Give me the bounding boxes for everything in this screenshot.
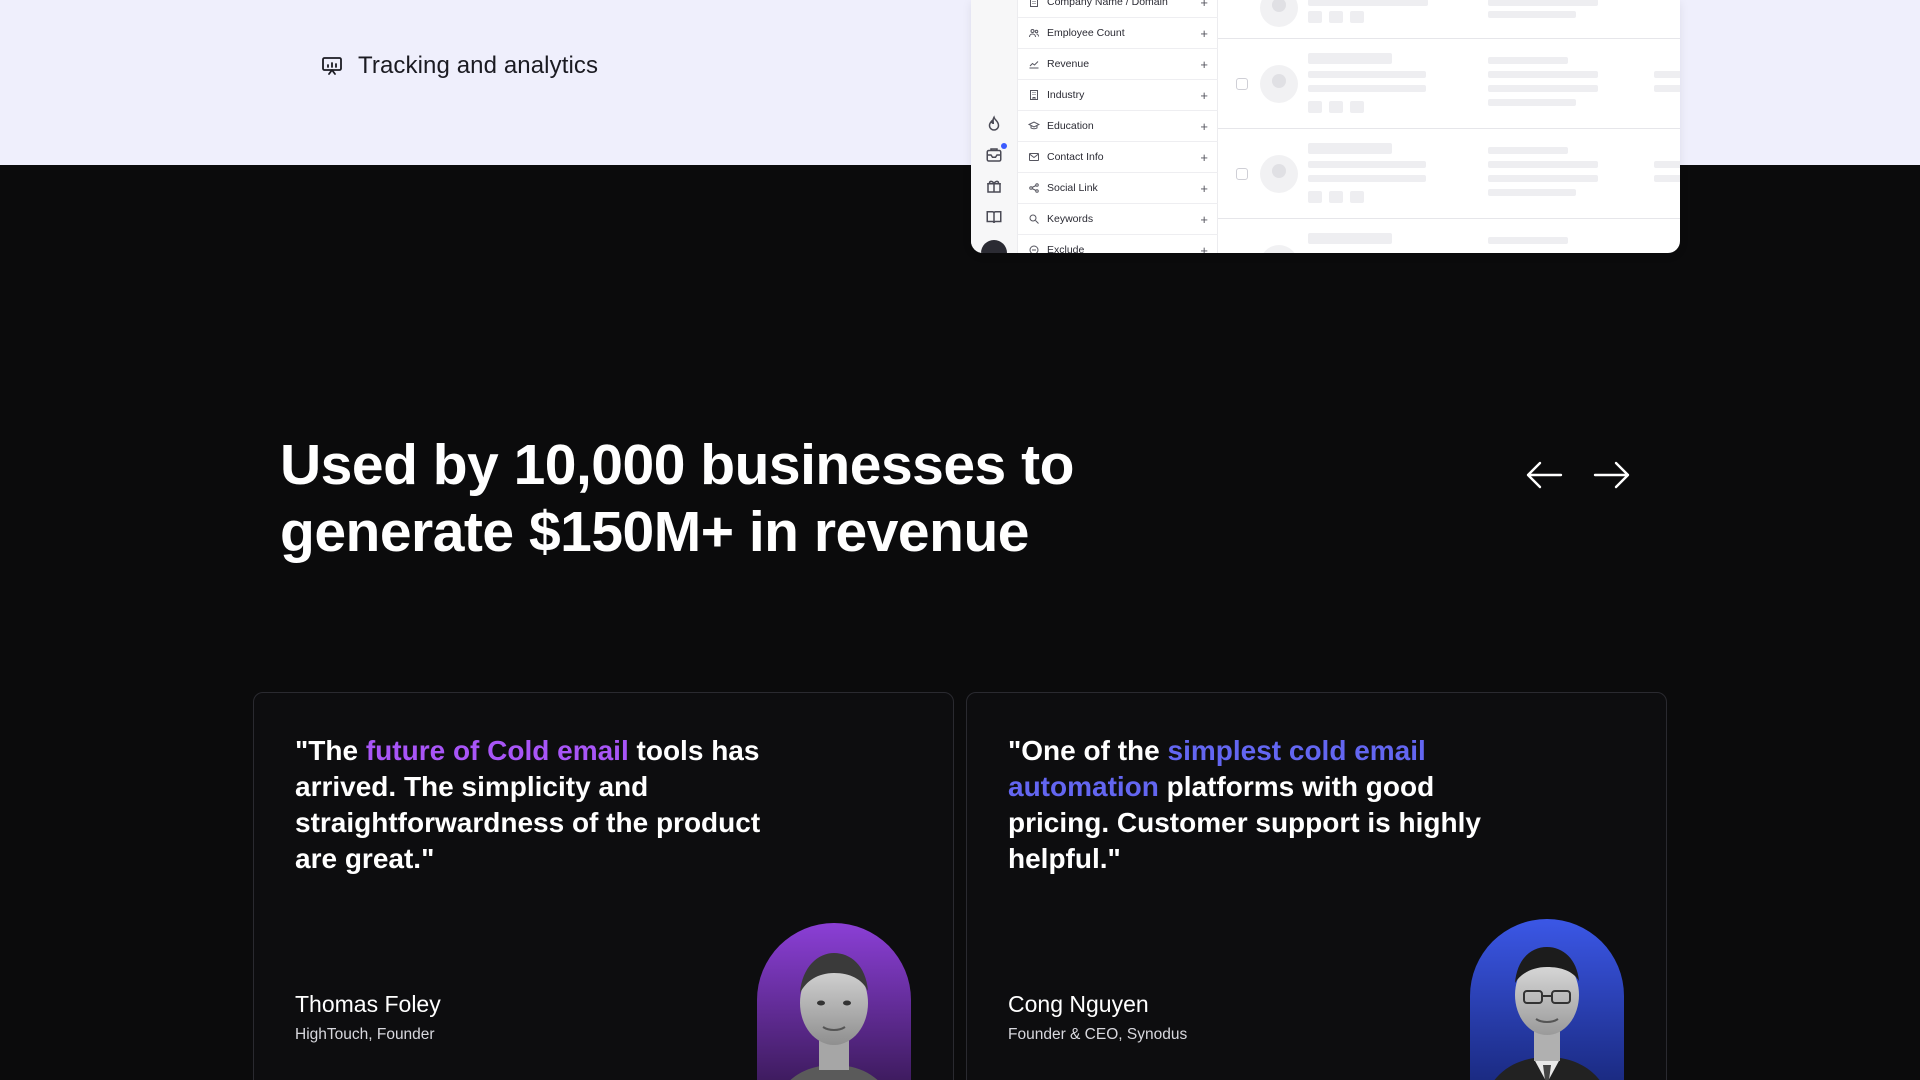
filter-label: Education [1047,120,1094,132]
filter-label: Exclude [1047,244,1085,253]
contact-avatar-placeholder [1260,65,1298,103]
filter-label: Social Link [1047,182,1098,194]
filter-revenue[interactable]: Revenue + [1018,49,1218,80]
minus-circle-icon [1029,245,1039,253]
row-checkbox[interactable] [1236,78,1248,90]
filter-label: Contact Info [1047,151,1104,163]
headline-line-2: generate $150M+ in revenue [280,500,1029,564]
arrow-right-icon [1593,461,1630,489]
add-filter-button[interactable]: + [1200,244,1208,254]
building-icon [1030,90,1038,100]
mail-icon [1029,153,1039,161]
notification-dot [1001,143,1007,149]
filter-company[interactable]: Company Name / Domain + [1018,0,1218,18]
quote-text: "One of the [1008,735,1168,766]
building-icon [1030,0,1038,7]
results-list [1218,0,1680,253]
author-photo [1470,919,1624,1080]
filter-keywords[interactable]: Keywords + [1018,204,1218,235]
headline-line-1: Used by 10,000 businesses to [280,433,1074,497]
add-filter-button[interactable]: + [1200,151,1208,164]
contact-avatar-placeholder [1260,0,1298,27]
author-role: Founder & CEO, Synodus [1008,1026,1188,1043]
list-item[interactable] [1218,129,1680,219]
filter-label: Keywords [1047,213,1094,225]
author-role: HighTouch, Founder [295,1026,435,1043]
testimonial-quote: "The future of Cold email tools has arri… [295,733,795,877]
section-headline: Used by 10,000 businesses to generate $1… [280,432,1240,566]
add-filter-button[interactable]: + [1200,0,1208,9]
testimonial-card: "The future of Cold email tools has arri… [253,692,954,1080]
quote-highlight: future of Cold email [365,735,629,766]
list-item[interactable] [1218,0,1680,39]
filter-label: Industry [1047,89,1085,101]
trend-icon [1029,61,1039,69]
filter-panel: Company Name / Domain + Employee Count +… [1018,0,1218,253]
list-item[interactable] [1218,219,1680,253]
contact-avatar-placeholder [1260,245,1298,253]
graduation-cap-icon [1028,121,1040,130]
book-icon [986,211,1002,224]
filter-contact-info[interactable]: Contact Info + [1018,142,1218,173]
list-item[interactable] [1218,39,1680,129]
share-icon [1029,183,1039,193]
filter-label: Revenue [1047,58,1090,70]
arrow-left-icon [1526,461,1563,489]
gift-icon [987,180,1001,193]
app-sidebar-rail [971,0,1018,253]
testimonial-card: "One of the simplest cold email automati… [966,692,1667,1080]
user-avatar[interactable] [981,240,1007,253]
users-icon [1029,29,1039,38]
feature-label: Tracking and analytics [358,52,599,79]
feature-item-tracking: Tracking and analytics [320,52,598,80]
carousel-prev-button[interactable] [1524,455,1564,495]
add-filter-button[interactable]: + [1200,213,1208,226]
filter-social-link[interactable]: Social Link + [1018,173,1218,204]
filter-education[interactable]: Education + [1018,111,1218,142]
testimonial-quote: "One of the simplest cold email automati… [1008,733,1508,877]
carousel-next-button[interactable] [1592,455,1632,495]
search-icon [1029,214,1039,224]
add-filter-button[interactable]: + [1200,58,1208,71]
author-photo [757,923,911,1080]
quote-text: "The [295,735,366,766]
flame-icon [988,115,1000,131]
author-name: Thomas Foley [295,991,441,1017]
filter-label: Employee Count [1047,27,1125,39]
row-checkbox[interactable] [1236,168,1248,180]
contact-avatar-placeholder [1260,155,1298,193]
author-name: Cong Nguyen [1008,991,1149,1017]
presentation-chart-icon [322,57,342,75]
inbox-icon [986,148,1002,162]
add-filter-button[interactable]: + [1200,120,1208,133]
filter-employee-count[interactable]: Employee Count + [1018,18,1218,49]
app-preview: Company Name / Domain + Employee Count +… [971,0,1680,253]
add-filter-button[interactable]: + [1200,182,1208,195]
add-filter-button[interactable]: + [1200,89,1208,102]
filter-label: Company Name / Domain [1047,0,1168,8]
add-filter-button[interactable]: + [1200,27,1208,40]
filter-exclude[interactable]: Exclude + [1018,235,1218,253]
filter-industry[interactable]: Industry + [1018,80,1218,111]
